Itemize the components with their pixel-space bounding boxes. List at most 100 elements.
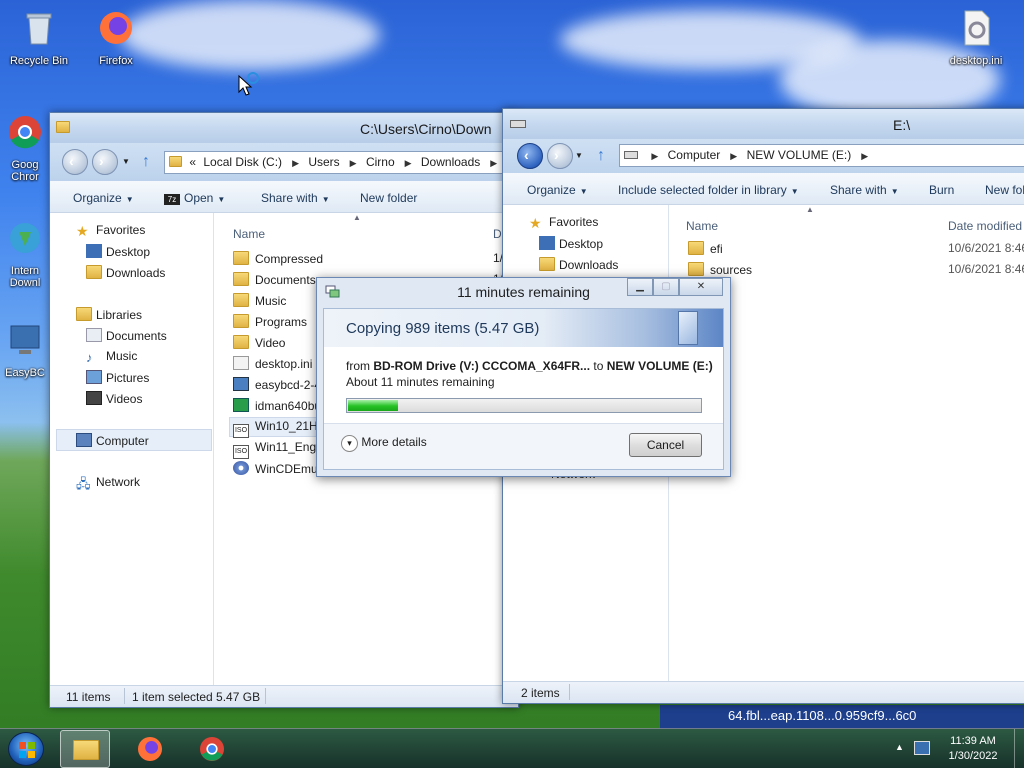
breadcrumb-users[interactable]: Users — [308, 155, 339, 169]
file-row[interactable]: ISO Win11_Engli — [233, 440, 321, 459]
7zip-icon: 7z — [164, 194, 180, 205]
recent-pages-dropdown-icon[interactable]: ▼ — [575, 151, 583, 160]
column-header-name[interactable]: Name — [686, 219, 718, 233]
chevron-right-icon[interactable]: ▶ — [730, 151, 737, 161]
title-bar[interactable]: E:\ — [503, 109, 1024, 139]
desktop-icon-download-manager[interactable]: Intern Downl — [0, 218, 50, 289]
file-row[interactable]: Documents — [233, 272, 316, 287]
maximize-button[interactable]: ▢ — [653, 278, 679, 296]
taskbar-chrome-button[interactable] — [196, 733, 228, 765]
destination-link[interactable]: NEW VOLUME (E:) — [607, 359, 713, 373]
open-button[interactable]: 7z Open ▼ — [164, 191, 225, 205]
new-folder-button[interactable]: New folder — [360, 191, 417, 205]
include-in-library-button[interactable]: Include selected folder in library ▼ — [618, 183, 799, 197]
arrow-left-icon: ‹ — [524, 147, 529, 163]
desktop-icon-chrome[interactable]: Goog Chror — [0, 112, 50, 183]
address-field[interactable]: ▶ Computer ▶ NEW VOLUME (E:) ▶ — [619, 144, 1024, 167]
title-bar[interactable]: C:\Users\Cirno\Down — [50, 113, 518, 143]
installer-icon — [233, 398, 249, 412]
chevron-down-icon: ▾ — [341, 435, 358, 452]
nav-videos[interactable]: Videos — [86, 391, 142, 406]
copy-progress-dialog[interactable]: 11 minutes remaining ▁ ▢ ✕ Copying 989 ite… — [316, 277, 731, 477]
nav-libraries[interactable]: Libraries — [76, 307, 142, 322]
column-header-name[interactable]: Name — [233, 227, 265, 241]
chevron-right-icon[interactable]: ▶ — [350, 158, 357, 168]
file-row[interactable]: Programs — [233, 314, 307, 329]
file-row[interactable]: efi — [688, 241, 723, 256]
breadcrumb-new-volume[interactable]: NEW VOLUME (E:) — [747, 148, 852, 162]
desktop-icon-firefox[interactable]: Firefox — [80, 8, 152, 67]
chevron-right-icon[interactable]: ▶ — [292, 158, 299, 168]
recycle-bin-icon — [26, 13, 52, 45]
new-folder-button[interactable]: New fol — [985, 183, 1024, 197]
file-row[interactable]: WinCDEmu- — [233, 461, 322, 476]
up-arrow-icon[interactable]: ↑ — [597, 147, 605, 165]
chevron-right-icon[interactable]: ▶ — [861, 151, 868, 161]
show-desktop-button[interactable] — [1014, 729, 1024, 768]
forward-button[interactable]: › — [92, 149, 118, 175]
start-button[interactable] — [8, 732, 44, 766]
nav-desktop[interactable]: Desktop — [86, 244, 150, 259]
breadcrumb-cirno[interactable]: Cirno — [366, 155, 395, 169]
desktop-icon-desktop-ini[interactable]: desktop.ini — [940, 8, 1012, 67]
dialog-footer: ▾ More details Cancel — [324, 423, 723, 469]
nav-documents[interactable]: Documents — [86, 328, 167, 343]
breadcrumb-computer[interactable]: Computer — [668, 148, 721, 162]
nav-desktop[interactable]: Desktop — [539, 236, 603, 251]
share-with-button[interactable]: Share with ▼ — [261, 191, 330, 205]
nav-computer[interactable]: Computer — [76, 433, 149, 448]
desktop-icon-recycle-bin[interactable]: Recycle Bin — [3, 8, 75, 67]
close-button[interactable]: ✕ — [679, 278, 723, 296]
source-link[interactable]: BD-ROM Drive (V:) CCCOMA_X64FR... — [373, 359, 590, 373]
cancel-button[interactable]: Cancel — [629, 433, 702, 457]
chevron-down-icon: ▼ — [217, 195, 226, 204]
back-button[interactable]: ‹ — [62, 149, 88, 175]
file-row[interactable]: desktop.ini — [233, 356, 312, 371]
organize-button[interactable]: Organize ▼ — [527, 183, 588, 197]
more-details-toggle[interactable]: ▾ More details — [341, 435, 427, 452]
nav-favorites[interactable]: ★ Favorites — [76, 223, 145, 239]
share-with-button[interactable]: Share with ▼ — [830, 183, 899, 197]
file-row[interactable]: Compressed — [233, 251, 323, 266]
nav-downloads[interactable]: Downloads — [539, 257, 618, 272]
nav-favorites[interactable]: ★ Favorites — [529, 215, 598, 231]
folder-icon — [56, 121, 70, 133]
chevron-right-icon[interactable]: ▶ — [405, 158, 412, 168]
easybcd-icon — [10, 325, 40, 354]
breadcrumb-downloads[interactable]: Downloads — [421, 155, 480, 169]
breadcrumb-local-disk[interactable]: Local Disk (C:) — [203, 155, 282, 169]
system-clock[interactable]: 11:39 AM 1/30/2022 — [936, 734, 1010, 764]
taskbar-firefox-button[interactable] — [134, 733, 166, 765]
file-row[interactable]: easybcd-2-4 — [233, 377, 321, 392]
up-arrow-icon[interactable]: ↑ — [142, 153, 150, 171]
organize-button[interactable]: Organize ▼ — [73, 191, 134, 205]
show-hidden-icons-button[interactable]: ▲ — [895, 742, 904, 752]
file-row-selected[interactable]: ISO Win10_21H2 — [233, 419, 324, 438]
column-header-date[interactable]: D — [493, 227, 502, 241]
chevron-down-icon: ▼ — [321, 195, 330, 204]
chevron-right-icon[interactable]: ▶ — [651, 151, 658, 161]
nav-label: Documents — [106, 329, 167, 343]
file-row[interactable]: sources — [688, 262, 752, 277]
forward-button[interactable]: › — [547, 143, 573, 169]
nav-network[interactable]: 🖧 Network — [76, 475, 140, 491]
taskbar-explorer-button[interactable] — [60, 730, 110, 768]
address-field[interactable]: « Local Disk (C:) ▶ Users ▶ Cirno ▶ Downloa… — [164, 151, 524, 174]
burn-button[interactable]: Burn — [929, 183, 954, 197]
sort-ascending-icon: ▲ — [806, 205, 814, 214]
chevron-down-icon: ▼ — [890, 187, 899, 196]
back-button[interactable]: ‹ — [517, 143, 543, 169]
nav-downloads[interactable]: Downloads — [86, 265, 165, 280]
minimize-button[interactable]: ▁ — [627, 278, 653, 296]
recent-pages-dropdown-icon[interactable]: ▼ — [122, 157, 130, 166]
file-row[interactable]: Music — [233, 293, 286, 308]
desktop-icon-easybcd[interactable]: EasyBC — [0, 320, 50, 379]
nav-pictures[interactable]: Pictures — [86, 370, 149, 385]
chevron-right-icon[interactable]: ▶ — [490, 158, 497, 168]
column-header-date[interactable]: Date modified — [948, 219, 1022, 233]
file-row[interactable]: Video — [233, 335, 285, 350]
nav-music[interactable]: ♪ Music — [86, 349, 137, 365]
network-status-icon[interactable] — [914, 741, 930, 755]
file-row[interactable]: idman640bu — [233, 398, 321, 413]
arrow-left-icon: ‹ — [69, 153, 74, 169]
